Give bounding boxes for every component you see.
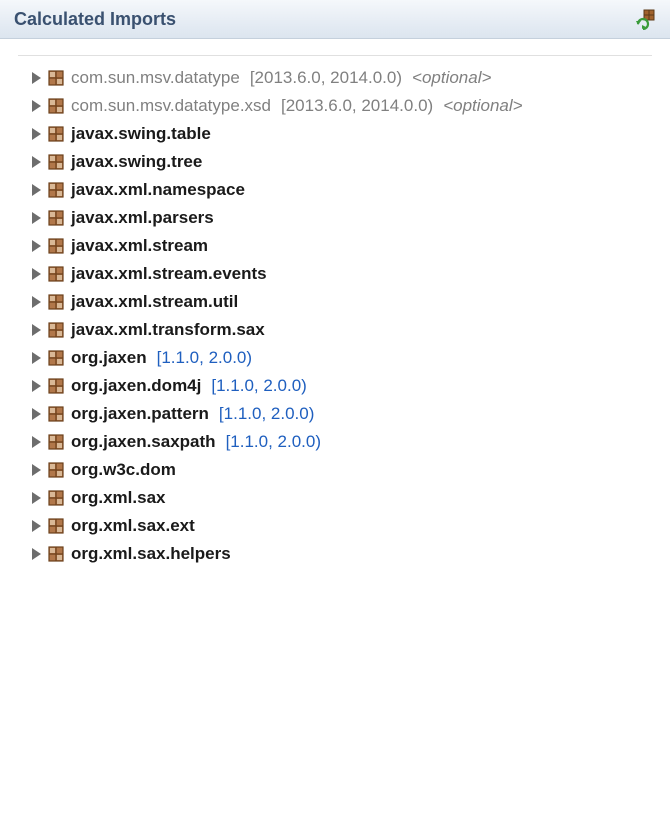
panel-header: Calculated Imports xyxy=(0,0,670,39)
package-icon xyxy=(47,489,65,507)
package-name: org.xml.sax.ext xyxy=(71,516,195,536)
package-name: org.xml.sax xyxy=(71,488,166,508)
package-name: javax.swing.table xyxy=(71,124,211,144)
package-version: [1.1.0, 2.0.0) xyxy=(219,404,314,424)
package-name: org.jaxen.dom4j xyxy=(71,376,201,396)
expand-arrow-icon[interactable] xyxy=(32,408,41,420)
expand-arrow-icon[interactable] xyxy=(32,352,41,364)
package-icon xyxy=(47,461,65,479)
panel-title: Calculated Imports xyxy=(14,9,176,30)
package-icon xyxy=(47,349,65,367)
package-icon xyxy=(47,545,65,563)
package-name: org.jaxen xyxy=(71,348,147,368)
package-name: javax.xml.namespace xyxy=(71,180,245,200)
package-icon xyxy=(47,517,65,535)
package-version: [1.1.0, 2.0.0) xyxy=(226,432,321,452)
package-name: org.jaxen.saxpath xyxy=(71,432,216,452)
expand-arrow-icon[interactable] xyxy=(32,156,41,168)
package-version: [2013.6.0, 2014.0.0) xyxy=(281,96,433,116)
expand-arrow-icon[interactable] xyxy=(32,436,41,448)
expand-arrow-icon[interactable] xyxy=(32,184,41,196)
expand-arrow-icon[interactable] xyxy=(32,212,41,224)
package-version: [1.1.0, 2.0.0) xyxy=(157,348,252,368)
package-icon xyxy=(47,181,65,199)
package-version: [2013.6.0, 2014.0.0) xyxy=(250,68,402,88)
package-icon xyxy=(47,237,65,255)
imports-tree: com.sun.msv.datatype [2013.6.0, 2014.0.0)… xyxy=(18,55,652,818)
package-version: [1.1.0, 2.0.0) xyxy=(211,376,306,396)
expand-arrow-icon[interactable] xyxy=(32,324,41,336)
package-name: org.xml.sax.helpers xyxy=(71,544,231,564)
expand-arrow-icon[interactable] xyxy=(32,380,41,392)
import-row[interactable]: javax.xml.transform.sax xyxy=(32,316,652,344)
package-name: org.jaxen.pattern xyxy=(71,404,209,424)
calculated-imports-panel: Calculated Imports com.sun.msv.datatype [… xyxy=(0,0,670,818)
package-name: javax.xml.parsers xyxy=(71,208,214,228)
import-row[interactable]: org.xml.sax.ext xyxy=(32,512,652,540)
package-name: javax.xml.transform.sax xyxy=(71,320,265,340)
package-icon xyxy=(47,97,65,115)
expand-arrow-icon[interactable] xyxy=(32,72,41,84)
expand-arrow-icon[interactable] xyxy=(32,128,41,140)
expand-arrow-icon[interactable] xyxy=(32,464,41,476)
optional-tag: <optional> xyxy=(412,68,491,88)
optional-tag: <optional> xyxy=(443,96,522,116)
import-row[interactable]: javax.xml.stream xyxy=(32,232,652,260)
package-icon xyxy=(47,433,65,451)
import-row[interactable]: org.jaxen.pattern [1.1.0, 2.0.0) xyxy=(32,400,652,428)
import-row[interactable]: org.jaxen.saxpath [1.1.0, 2.0.0) xyxy=(32,428,652,456)
package-icon xyxy=(47,405,65,423)
package-icon xyxy=(47,125,65,143)
import-row[interactable]: org.xml.sax xyxy=(32,484,652,512)
import-row[interactable]: javax.xml.stream.events xyxy=(32,260,652,288)
expand-arrow-icon[interactable] xyxy=(32,296,41,308)
import-row[interactable]: org.w3c.dom xyxy=(32,456,652,484)
package-icon xyxy=(47,209,65,227)
package-name: javax.xml.stream xyxy=(71,236,208,256)
package-icon xyxy=(47,321,65,339)
package-name: javax.xml.stream.events xyxy=(71,264,267,284)
package-name: org.w3c.dom xyxy=(71,460,176,480)
expand-arrow-icon[interactable] xyxy=(32,240,41,252)
expand-arrow-icon[interactable] xyxy=(32,492,41,504)
package-icon xyxy=(47,265,65,283)
package-icon xyxy=(47,293,65,311)
import-row[interactable]: javax.xml.namespace xyxy=(32,176,652,204)
package-icon xyxy=(47,153,65,171)
package-name: javax.swing.tree xyxy=(71,152,202,172)
package-icon xyxy=(47,377,65,395)
package-name: com.sun.msv.datatype xyxy=(71,68,240,88)
expand-arrow-icon[interactable] xyxy=(32,520,41,532)
expand-arrow-icon[interactable] xyxy=(32,100,41,112)
package-icon xyxy=(47,69,65,87)
import-row[interactable]: com.sun.msv.datatype.xsd [2013.6.0, 2014.… xyxy=(32,92,652,120)
import-row[interactable]: org.xml.sax.helpers xyxy=(32,540,652,568)
expand-arrow-icon[interactable] xyxy=(32,268,41,280)
import-row[interactable]: javax.swing.tree xyxy=(32,148,652,176)
package-name: javax.xml.stream.util xyxy=(71,292,238,312)
import-row[interactable]: org.jaxen.dom4j [1.1.0, 2.0.0) xyxy=(32,372,652,400)
package-name: com.sun.msv.datatype.xsd xyxy=(71,96,271,116)
import-row[interactable]: javax.xml.parsers xyxy=(32,204,652,232)
import-row[interactable]: com.sun.msv.datatype [2013.6.0, 2014.0.0)… xyxy=(32,64,652,92)
import-row[interactable]: org.jaxen [1.1.0, 2.0.0) xyxy=(32,344,652,372)
expand-arrow-icon[interactable] xyxy=(32,548,41,560)
import-row[interactable]: javax.swing.table xyxy=(32,120,652,148)
import-row[interactable]: javax.xml.stream.util xyxy=(32,288,652,316)
refresh-packages-icon[interactable] xyxy=(634,8,656,30)
